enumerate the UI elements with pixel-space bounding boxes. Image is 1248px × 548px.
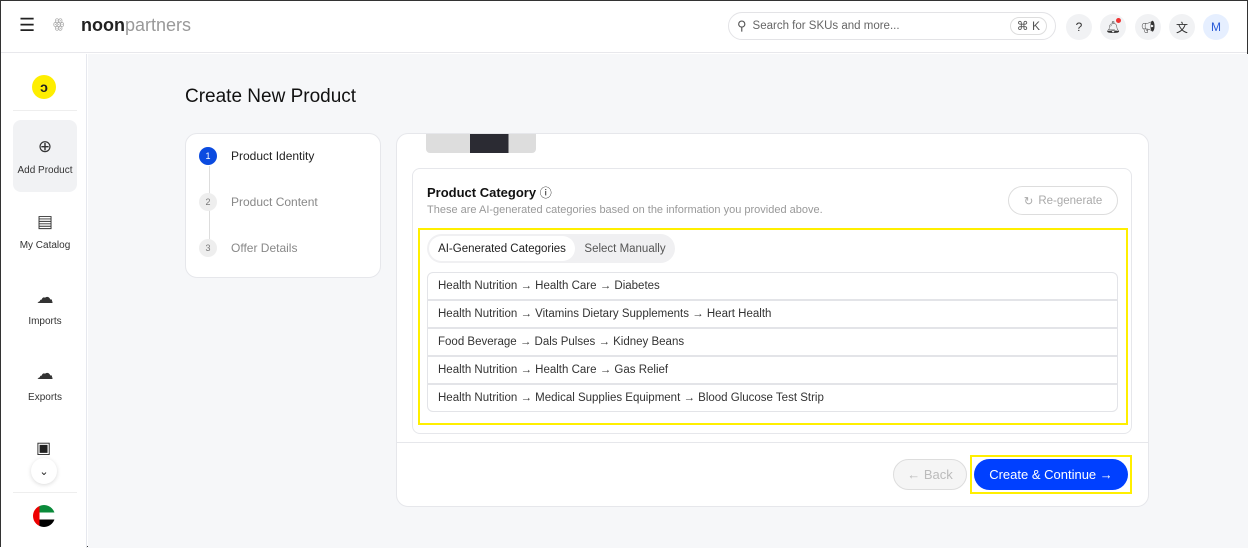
translate-icon[interactable]: 文 xyxy=(1169,14,1195,40)
step-label: Offer Details xyxy=(231,241,298,255)
label: Add Product xyxy=(17,164,73,176)
brand-logo[interactable]: noonpartners xyxy=(81,15,191,36)
regenerate-button[interactable]: ↻ Re-generate xyxy=(1008,186,1118,215)
back-button[interactable]: ← Back xyxy=(893,459,967,490)
category-title-text: Product Category xyxy=(427,185,537,200)
step-number: 3 xyxy=(199,239,217,257)
chevron-down-icon[interactable]: ⌄ xyxy=(31,458,57,484)
step-label: Product Identity xyxy=(231,149,315,163)
label: Imports xyxy=(28,315,62,327)
search-placeholder: Search for SKUs and more... xyxy=(752,20,900,32)
uae-flag-icon[interactable] xyxy=(33,505,55,527)
megaphone-icon[interactable]: 📢︎ xyxy=(1135,14,1161,40)
search-icon: ⚲ xyxy=(737,18,747,33)
info-icon[interactable]: ⓘ xyxy=(540,186,552,200)
category-tabs: AI-Generated Categories Select Manually xyxy=(427,234,675,263)
partners-logo-icon: ꙮ xyxy=(53,16,65,31)
sidebar: ↄ ⊕ Add Product ▤ My Catalog ☁︎ Imports ☁︎ E… xyxy=(1,54,87,548)
regenerate-label: Re-generate xyxy=(1038,194,1103,207)
brand-bold: noon xyxy=(81,15,125,35)
category-title: Product Category ⓘ xyxy=(427,184,552,201)
tab-select-manually[interactable]: Select Manually xyxy=(577,236,673,261)
step-product-identity[interactable]: 1 Product Identity xyxy=(199,147,314,165)
category-option[interactable]: Food Beverage → Dals Pulses → Kidney Bea… xyxy=(427,328,1118,356)
step-number: 1 xyxy=(199,147,217,165)
divider xyxy=(397,442,1148,443)
brand-light: partners xyxy=(124,15,192,35)
search-input[interactable]: ⚲ Search for SKUs and more... ⌘ K xyxy=(728,12,1056,40)
sidebar-item-imports[interactable]: ☁︎ Imports xyxy=(13,271,77,343)
page-title: Create New Product xyxy=(185,86,357,107)
book-icon: ▤ xyxy=(36,211,54,231)
plus-circle-icon: ⊕ xyxy=(37,136,53,156)
step-offer-details[interactable]: 3 Offer Details xyxy=(199,239,297,257)
cloud-upload-icon: ☁︎ xyxy=(36,287,54,307)
tab-ai-generated[interactable]: AI-Generated Categories xyxy=(429,236,575,261)
create-continue-button[interactable]: Create & Continue → xyxy=(974,459,1128,490)
product-image xyxy=(426,134,536,153)
category-option[interactable]: Health Nutrition → Medical Supplies Equi… xyxy=(427,384,1118,412)
step-label: Product Content xyxy=(231,195,318,209)
avatar[interactable]: M xyxy=(1203,14,1229,40)
category-option[interactable]: Health Nutrition → Health Care → Diabete… xyxy=(427,272,1118,300)
cloud-download-icon: ☁︎ xyxy=(36,363,54,383)
refresh-icon: ↻ xyxy=(1023,195,1034,208)
sidebar-item-add-product[interactable]: ⊕ Add Product xyxy=(13,120,77,192)
noon-logo-icon[interactable]: ↄ xyxy=(32,75,56,99)
category-option[interactable]: Health Nutrition → Health Care → Gas Rel… xyxy=(427,356,1118,384)
bell-icon[interactable]: 🔔︎ xyxy=(1100,14,1126,40)
label: Exports xyxy=(28,391,62,403)
step-number: 2 xyxy=(199,193,217,211)
sidebar-item-my-catalog[interactable]: ▤ My Catalog xyxy=(13,195,77,267)
shortcut-badge: ⌘ K xyxy=(1009,17,1047,35)
help-icon[interactable]: ? xyxy=(1066,14,1092,40)
menu-icon[interactable]: ☰ xyxy=(19,15,35,36)
label: My Catalog xyxy=(19,239,71,251)
step-product-content[interactable]: 2 Product Content xyxy=(199,193,318,211)
notebook-icon[interactable]: ▣ xyxy=(36,438,51,458)
top-header: ☰ ꙮ noonpartners ⚲ Search for SKUs and m… xyxy=(1,1,1247,53)
category-option[interactable]: Health Nutrition → Vitamins Dietary Supp… xyxy=(427,300,1118,328)
sidebar-item-exports[interactable]: ☁︎ Exports xyxy=(13,347,77,419)
category-subtitle: These are AI-generated categories based … xyxy=(427,204,823,216)
